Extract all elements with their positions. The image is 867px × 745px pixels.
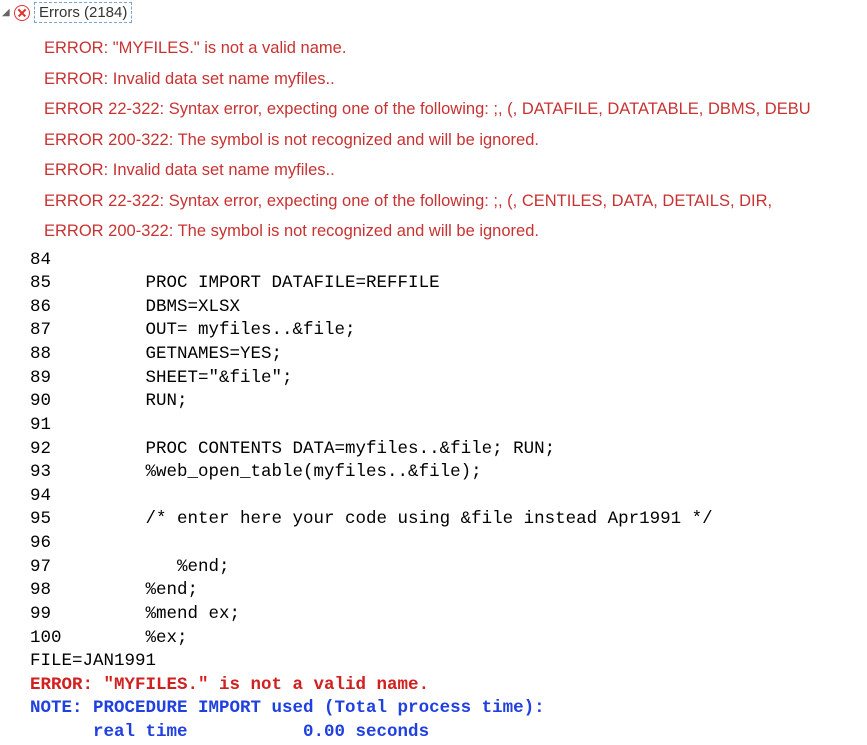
log-line: 99 %mend ex; — [30, 603, 867, 627]
log-output: 8485 PROC IMPORT DATAFILE=REFFILE86 DBMS… — [0, 247, 867, 745]
log-line: real time 0.00 seconds — [30, 721, 867, 745]
errors-header[interactable]: ◢ Errors (2184) — [0, 0, 867, 25]
error-line: ERROR 200-322: The symbol is not recogni… — [44, 216, 867, 247]
log-line: 87 OUT= myfiles..&file; — [30, 319, 867, 343]
collapse-arrow-icon[interactable]: ◢ — [2, 7, 12, 18]
log-line: 90 RUN; — [30, 390, 867, 414]
log-line: 93 %web_open_table(myfiles..&file); — [30, 461, 867, 485]
log-line: ERROR: "MYFILES." is not a valid name. — [30, 674, 867, 698]
error-line: ERROR 22-322: Syntax error, expecting on… — [44, 186, 867, 217]
log-line: 96 — [30, 532, 867, 556]
error-line: ERROR: Invalid data set name myfiles.. — [44, 155, 867, 186]
log-line: 98 %end; — [30, 579, 867, 603]
log-line: 100 %ex; — [30, 627, 867, 651]
log-line: 86 DBMS=XLSX — [30, 296, 867, 320]
log-line: 91 — [30, 414, 867, 438]
log-line: 88 GETNAMES=YES; — [30, 343, 867, 367]
error-line: ERROR: "MYFILES." is not a valid name. — [44, 33, 867, 64]
errors-count-label: Errors (2184) — [34, 2, 132, 23]
log-line: 95 /* enter here your code using &file i… — [30, 508, 867, 532]
log-line: 92 PROC CONTENTS DATA=myfiles..&file; RU… — [30, 438, 867, 462]
error-line: ERROR 200-322: The symbol is not recogni… — [44, 125, 867, 156]
log-line: 97 %end; — [30, 556, 867, 580]
log-line: FILE=JAN1991 — [30, 650, 867, 674]
error-line: ERROR 22-322: Syntax error, expecting on… — [44, 94, 867, 125]
log-line: 89 SHEET="&file"; — [30, 367, 867, 391]
log-line: 84 — [30, 249, 867, 273]
error-list: ERROR: "MYFILES." is not a valid name.ER… — [0, 25, 867, 247]
error-line: ERROR: Invalid data set name myfiles.. — [44, 64, 867, 95]
log-line: NOTE: PROCEDURE IMPORT used (Total proce… — [30, 697, 867, 721]
log-line: 85 PROC IMPORT DATAFILE=REFFILE — [30, 272, 867, 296]
log-line: 94 — [30, 485, 867, 509]
error-icon — [14, 5, 30, 21]
